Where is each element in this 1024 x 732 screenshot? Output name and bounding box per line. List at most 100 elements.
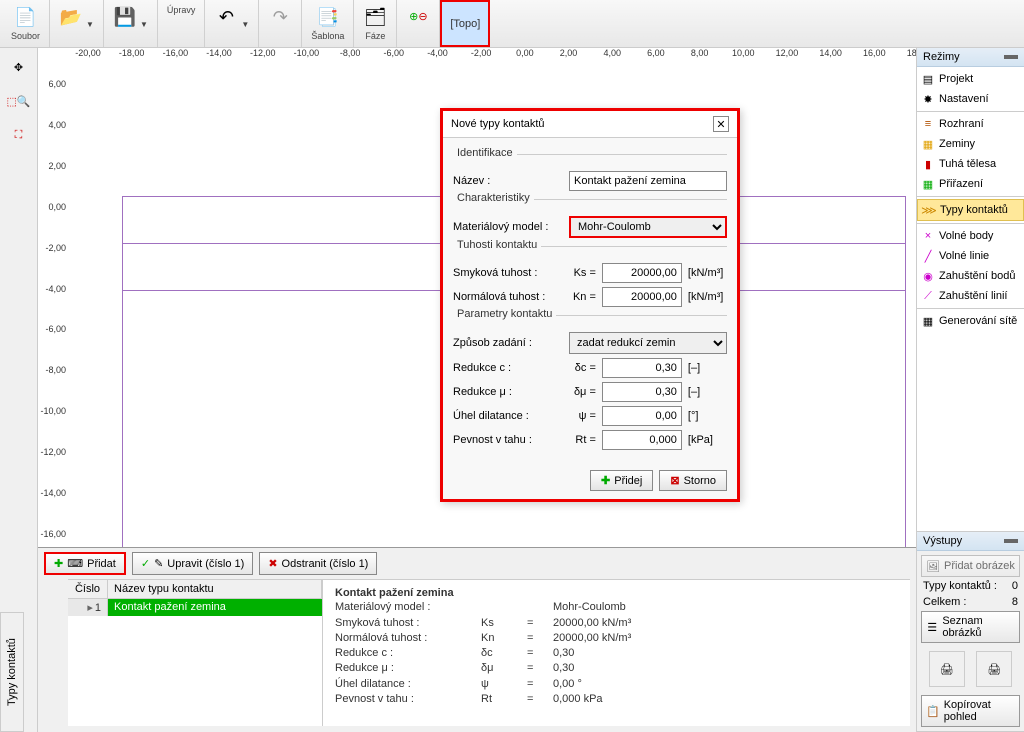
assign-icon: ▦ [921,177,935,191]
soil-icon: ▦ [921,137,935,151]
matmodel-label: Materiálový model : [453,221,563,233]
redo-button[interactable]: ↷ [263,2,297,32]
tensile-input[interactable] [602,430,682,450]
addpic-icon: 🖼 [926,559,940,573]
undo-icon: ↶ [214,5,238,29]
edit-label: Úpravy [167,5,196,15]
mode-line-refine[interactable]: ⟋Zahuštění linií [917,286,1024,306]
vertical-ruler: 6,004,002,000,00-2,00-4,00-6,00-8,00-10,… [38,74,68,547]
pencil-icon: ✎ [154,557,163,570]
save-icon: 💾 [113,5,137,29]
normal-label: Normálová tuhost : [453,291,561,303]
mode-free-lines[interactable]: ╱Volné linie [917,246,1024,266]
redmu-label: Redukce μ : [453,386,561,398]
tensile-label: Pevnost v tahu : [453,434,561,446]
ptrefine-icon: ◉ [921,269,935,283]
name-input[interactable] [569,171,727,191]
document-icon: ▤ [921,72,935,86]
main-toolbar: 📄 Soubor 📂▼ 💾▼ Úpravy ↶▼ ↷ 📑 Šablona 🗂 F… [0,0,1024,48]
new-contact-types-dialog: Nové typy kontaktů ✕ Identifikace Název … [440,108,740,502]
edit-label: Upravit (číslo 1) [167,558,244,570]
open-button[interactable]: 📂▼ [54,2,99,32]
folder-open-icon: 📂 [59,5,83,29]
input-mode-select[interactable]: zadat redukcí zemin [569,332,727,354]
pan-tool[interactable]: ✥ [4,52,34,82]
horizontal-ruler: -20,00-18,00-16,00-14,00-12,00-10,00-8,0… [38,48,916,74]
mode-soils[interactable]: ▦Zeminy [917,134,1024,154]
redc-input[interactable] [602,358,682,378]
ks-input[interactable] [602,263,682,283]
ks-unit: [kN/m³] [688,267,727,279]
tc-label: Typy kontaktů : [923,580,997,592]
redo-icon: ↷ [268,5,292,29]
remove-button[interactable]: ✖Odstranit (číslo 1) [259,552,377,575]
picture-list-button[interactable]: ☰Seznam obrázků [921,611,1020,643]
template-menu[interactable]: 📑 Šablona [306,2,349,44]
topo-button[interactable]: [Topo] [440,0,490,47]
contact-icon: ⋙ [922,203,936,217]
zoom-extents-tool[interactable]: ⛶ [4,120,34,150]
add-button[interactable]: ✚⌨Přidat [44,552,126,575]
col-number-header: Číslo [68,580,108,598]
plus-minus-icon: ⊕⊖ [406,5,430,29]
redmu-input[interactable] [602,382,682,402]
plus-icon: ✚ [54,557,63,570]
mode-settings[interactable]: ✸Nastavení [917,89,1024,109]
contact-types-table: Číslo Název typu kontaktu ▸1 Kontakt paž… [68,580,323,726]
copy-view-button[interactable]: 📋Kopírovat pohled [921,695,1020,727]
mode-contact-types[interactable]: ⋙Typy kontaktů [917,199,1024,221]
total-label: Celkem : [923,596,966,608]
mode-interfaces[interactable]: ≡Rozhraní [917,114,1024,134]
col-name-header: Název typu kontaktu [108,580,322,598]
kn-unit: [kN/m³] [688,291,727,303]
dialog-add-button[interactable]: ✚Přidej [590,470,653,491]
print-color-button[interactable]: 🖨 [976,651,1012,687]
mode-point-refine[interactable]: ◉Zahuštění bodů [917,266,1024,286]
mode-project[interactable]: ▤Projekt [917,69,1024,89]
phase-icon: 🗂 [363,5,387,29]
total-value: 8 [1012,596,1018,608]
print-button[interactable]: 🖨 [929,651,965,687]
dialog-cancel-button[interactable]: ⊠Storno [659,470,727,491]
redc-label: Redukce c : [453,362,561,374]
minimize-icon-2[interactable] [1004,539,1018,543]
keyboard-icon: ⌨ [67,557,83,570]
kn-symbol: Kn = [567,291,596,303]
outputs-header: Výstupy [917,532,1024,551]
printer-icon: 🖨 [940,663,954,676]
ks-symbol: Ks = [567,267,596,279]
lnrefine-icon: ⟋ [921,289,935,303]
edit-menu[interactable]: Úpravy [162,2,201,18]
dil-symbol: ψ = [567,410,596,422]
dialog-close-button[interactable]: ✕ [713,116,729,132]
add-picture-button[interactable]: 🖼Přidat obrázek [921,555,1020,577]
redc-unit: [–] [688,362,727,374]
minimize-icon[interactable] [1004,55,1018,59]
shear-label: Smyková tuhost : [453,267,561,279]
file-menu[interactable]: 📄 Soubor [6,2,45,44]
material-model-select[interactable]: Mohr-Coulomb [569,216,727,238]
mode-rigid[interactable]: ▮Tuhá tělesa [917,154,1024,174]
group-characteristics: Charakteristiky [453,192,534,204]
mode-free-points[interactable]: ×Volné body [917,226,1024,246]
check-icon: ✓ [141,557,150,570]
kn-input[interactable] [602,287,682,307]
add-remove-phase[interactable]: ⊕⊖ [401,2,435,32]
mode-mesh-gen[interactable]: ▦Generování sítě [917,311,1024,331]
undo-button[interactable]: ↶▼ [209,2,254,32]
printer-color-icon: 🖨 [987,663,1001,676]
edit-button[interactable]: ✓ ✎ Upravit (číslo 1) [132,552,253,575]
row-arrow-icon: ▸ [87,602,93,614]
dil-input[interactable] [602,406,682,426]
zoom-window-tool[interactable]: ⬚🔍 [4,86,34,116]
modes-header: Režimy [917,48,1024,67]
vertical-tab-contacts[interactable]: Typy kontaktů [0,612,24,732]
gear-small-icon: ✸ [921,92,935,106]
mode-assign[interactable]: ▦Přiřazení [917,174,1024,194]
save-button[interactable]: 💾▼ [108,2,153,32]
phase-menu[interactable]: 🗂 Fáze [358,2,392,44]
table-row[interactable]: ▸1 Kontakt pažení zemina [68,599,322,616]
remove-label: Odstranit (číslo 1) [282,558,369,570]
cancel-icon: ⊠ [670,474,679,487]
point-icon: × [921,229,935,243]
